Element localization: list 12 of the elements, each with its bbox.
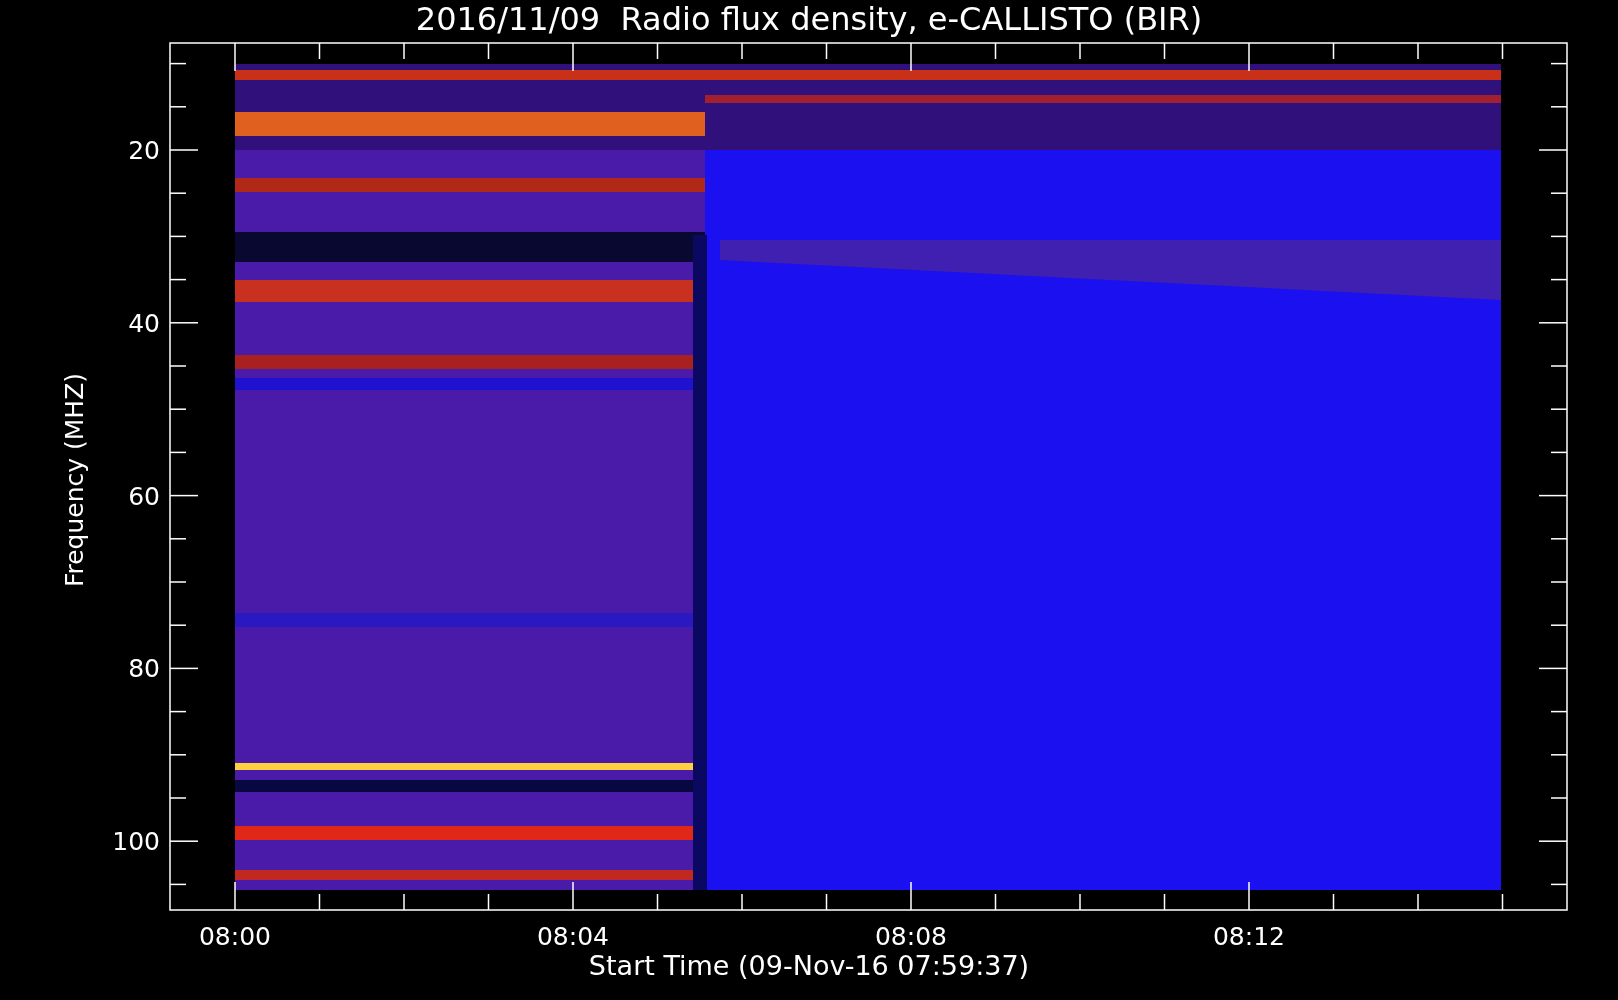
x-tick-label: 08:12 [1213, 922, 1285, 951]
y-tick-label: 100 [112, 827, 160, 857]
x-tick-label: 08:04 [537, 922, 609, 951]
x-axis-label: Start Time (09-Nov-16 07:59:37) [588, 950, 1030, 981]
y-tick-label: 80 [128, 654, 160, 684]
y-tick-label: 60 [128, 481, 160, 511]
y-tick-label: 20 [128, 136, 160, 165]
x-tick-label: 08:00 [199, 922, 271, 951]
y-axis-label: Frequency (MHZ) [60, 372, 89, 588]
y-tick-label: 40 [128, 308, 160, 338]
x-tick-label: 08:08 [875, 922, 947, 951]
chart-title: 2016/11/09 Radio flux density, e-CALLISTO (BIR) [415, 0, 1203, 38]
